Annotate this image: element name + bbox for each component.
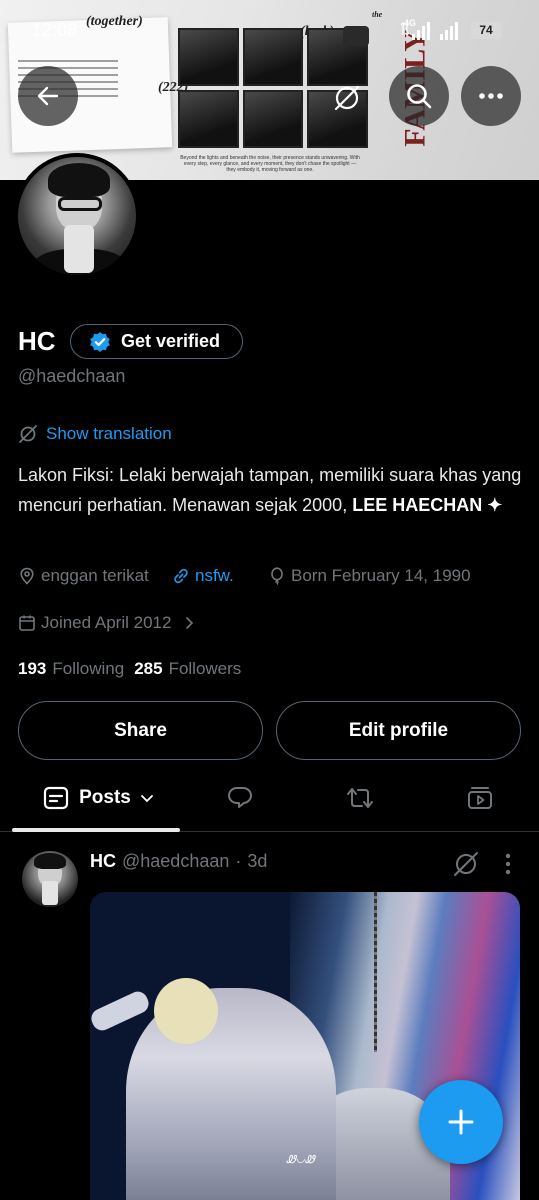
- profile-tabs: Posts: [0, 765, 539, 832]
- joined-label: Joined April 2012: [41, 613, 172, 632]
- tab-replies[interactable]: [210, 765, 270, 831]
- back-arrow-icon: [37, 86, 59, 106]
- get-verified-label: Get verified: [121, 331, 221, 351]
- media-blonde-head: [154, 978, 218, 1044]
- battery-indicator: 74: [471, 22, 501, 39]
- profile-avatar[interactable]: [14, 153, 140, 279]
- status-time: 12:08: [32, 20, 78, 40]
- reply-icon: [228, 787, 252, 808]
- following-count: 193: [18, 659, 47, 678]
- status-bar: 12:08 4G 74: [0, 0, 539, 64]
- chevron-down-icon: [140, 795, 153, 803]
- avatar-glasses-shape: [58, 197, 102, 211]
- post-header: HC @haedchaan · 3d: [90, 851, 267, 872]
- back-button[interactable]: [18, 66, 78, 126]
- show-translation-link[interactable]: Show translation: [18, 424, 172, 444]
- post-timestamp[interactable]: 3d: [247, 851, 267, 872]
- more-dots-icon: [479, 93, 503, 99]
- share-label: Share: [114, 719, 167, 741]
- edit-profile-label: Edit profile: [348, 719, 449, 741]
- posts-icon: [44, 786, 69, 810]
- tab-media[interactable]: [450, 765, 510, 831]
- post-author-avatar[interactable]: [22, 851, 78, 907]
- show-translation-label: Show translation: [46, 424, 172, 443]
- post-author-handle[interactable]: @haedchaan: [122, 851, 229, 872]
- more-options-button[interactable]: [461, 66, 521, 126]
- profile-handle: @haedchaan: [18, 366, 126, 386]
- tab-reposts[interactable]: [330, 765, 390, 831]
- media-raised-arm: [90, 988, 152, 1034]
- birthday-label: Born February 14, 1990: [291, 566, 471, 585]
- followers-label: Followers: [168, 659, 242, 678]
- post-avatar-phone-shape: [42, 881, 58, 905]
- banner-caption: Beyond the lights and beneath the noise,…: [180, 155, 360, 173]
- website-link[interactable]: nsfw.: [172, 566, 234, 586]
- search-button[interactable]: [389, 66, 449, 126]
- media-icon: [468, 787, 492, 809]
- chevron-right-icon: [186, 617, 194, 629]
- post-more-icon[interactable]: [504, 852, 512, 876]
- media-watermark: Ꮺ◡Ꮺ: [286, 1154, 315, 1166]
- link-icon: [174, 568, 188, 584]
- location-label: enggan terikat: [41, 566, 149, 585]
- avatar-hair-shape: [48, 163, 110, 197]
- followers-count: 285: [134, 659, 163, 678]
- location-meta: enggan terikat: [18, 566, 149, 586]
- media-rope: [374, 892, 377, 1052]
- signal-strength-2-icon: [440, 22, 458, 40]
- post-grok-icon[interactable]: [452, 850, 480, 878]
- share-button[interactable]: Share: [18, 701, 263, 760]
- following-label: Following: [52, 659, 125, 678]
- calendar-icon: [19, 615, 35, 631]
- post-author-name[interactable]: HC: [90, 851, 116, 872]
- signal-strength-icon: [412, 22, 430, 40]
- compose-post-button[interactable]: [419, 1080, 503, 1164]
- following-link[interactable]: 193 Following: [18, 659, 124, 679]
- followers-link[interactable]: 285 Followers: [134, 659, 241, 679]
- profile-name: HC: [18, 326, 56, 356]
- active-tab-indicator: [12, 828, 180, 832]
- grok-translate-icon: [19, 425, 37, 443]
- birthday-meta: Born February 14, 1990: [268, 566, 471, 586]
- location-pin-icon: [20, 567, 34, 585]
- post-avatar-hair-shape: [34, 853, 66, 869]
- avatar-phone-shape: [64, 225, 94, 273]
- post-separator: ·: [235, 851, 242, 871]
- profile-bio: Lakon Fiksi: Lelaki berwajah tampan, mem…: [18, 460, 523, 520]
- tab-posts-label: Posts: [79, 787, 131, 808]
- get-verified-button[interactable]: Get verified: [70, 324, 243, 359]
- repost-icon: [347, 788, 373, 808]
- tab-posts[interactable]: Posts: [24, 765, 174, 831]
- edit-profile-button[interactable]: Edit profile: [276, 701, 521, 760]
- bio-bold-text: LEE HAECHAN ✦: [352, 495, 503, 515]
- joined-meta[interactable]: Joined April 2012: [18, 613, 196, 633]
- plus-icon: [448, 1109, 474, 1135]
- website-label[interactable]: nsfw.: [195, 566, 234, 586]
- search-icon: [407, 84, 432, 109]
- balloon-icon: [271, 567, 283, 585]
- verified-badge-icon: [90, 331, 110, 352]
- follow-counts: 193 Following 285 Followers: [18, 659, 241, 679]
- grok-icon[interactable]: [332, 83, 362, 113]
